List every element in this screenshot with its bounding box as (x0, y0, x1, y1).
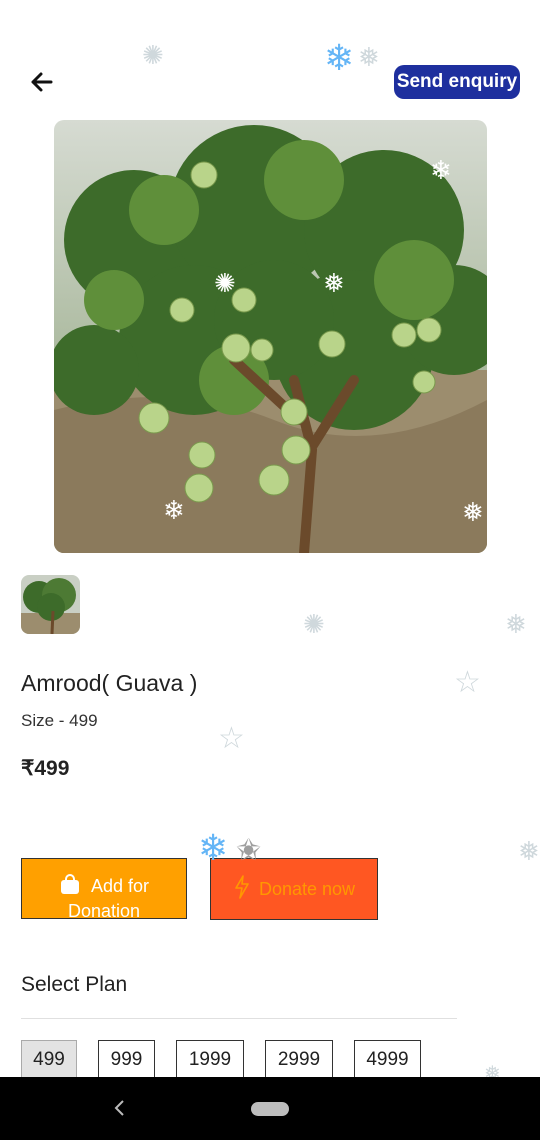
lightning-bolt-icon (233, 874, 251, 904)
nav-home-pill[interactable] (251, 1102, 289, 1116)
send-enquiry-button[interactable]: Send enquiry (394, 65, 520, 99)
snowflake-icon: ✺ (142, 40, 164, 70)
divider (21, 1018, 457, 1019)
snowflake-icon: ❅ (358, 42, 380, 72)
select-plan-label: Select Plan (21, 973, 128, 996)
nav-back-icon[interactable] (110, 1093, 130, 1123)
product-size: Size - 499 (21, 711, 98, 730)
snowflake-icon: ❅ (518, 836, 540, 866)
star-icon: ☆ (454, 666, 481, 699)
product-image (54, 120, 487, 553)
shopping-bag-icon (59, 873, 81, 900)
product-title: Amrood( Guava ) (21, 670, 198, 696)
plan-option-499[interactable]: 499 (21, 1040, 77, 1080)
back-button[interactable] (24, 66, 60, 98)
snowflake-icon: ❅ (505, 609, 527, 639)
plan-option-4999[interactable]: 4999 (354, 1040, 421, 1080)
donate-now-button[interactable]: Donate now (210, 858, 378, 920)
product-price: ₹499 (21, 757, 70, 780)
star-icon: ☆ (218, 722, 245, 755)
add-for-donation-button[interactable]: Add for Donation (21, 858, 187, 921)
plan-option-999[interactable]: 999 (98, 1040, 155, 1080)
plan-option-2999[interactable]: 2999 (265, 1040, 333, 1080)
arrow-left-icon (31, 72, 53, 92)
plan-option-1999[interactable]: 1999 (176, 1040, 244, 1080)
snowflake-icon: ✺ (303, 609, 325, 639)
product-thumbnail[interactable] (21, 575, 80, 634)
snowflake-icon: ❄ (324, 37, 355, 78)
donate-now-label: Donate now (258, 878, 356, 899)
